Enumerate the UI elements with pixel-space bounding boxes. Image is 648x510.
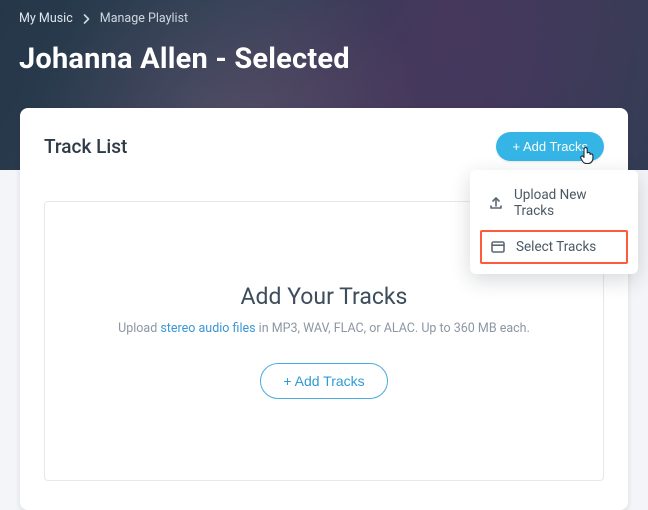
- stereo-files-link[interactable]: stereo audio files: [160, 321, 255, 336]
- add-tracks-dropdown: Upload New Tracks Select Tracks: [470, 170, 638, 274]
- breadcrumb: My Music Manage Playlist: [19, 11, 188, 26]
- breadcrumb-current: Manage Playlist: [100, 11, 188, 26]
- empty-state-heading: Add Your Tracks: [241, 283, 408, 310]
- breadcrumb-root-link[interactable]: My Music: [19, 11, 73, 26]
- dropdown-item-upload-new-tracks[interactable]: Upload New Tracks: [480, 180, 628, 226]
- dropdown-item-label: Select Tracks: [516, 239, 596, 255]
- dropdown-item-label: Upload New Tracks: [514, 187, 620, 219]
- add-tracks-button[interactable]: + Add Tracks: [496, 132, 604, 161]
- card-header: Track List + Add Tracks: [44, 132, 604, 161]
- empty-state-sub-suffix: in MP3, WAV, FLAC, or ALAC. Up to 360 MB…: [256, 321, 530, 336]
- add-tracks-cta-button[interactable]: + Add Tracks: [260, 363, 387, 399]
- card-title: Track List: [44, 135, 127, 158]
- dropdown-item-select-tracks[interactable]: Select Tracks: [480, 230, 628, 264]
- page-title: Johanna Allen - Selected: [19, 42, 350, 76]
- empty-state-subtext: Upload stereo audio files in MP3, WAV, F…: [118, 320, 530, 338]
- empty-state-sub-prefix: Upload: [118, 321, 160, 336]
- track-list-card: Track List + Add Tracks Add Your Tracks …: [20, 108, 628, 510]
- upload-icon: [488, 195, 504, 211]
- select-icon: [490, 239, 506, 255]
- chevron-right-icon: [83, 14, 90, 24]
